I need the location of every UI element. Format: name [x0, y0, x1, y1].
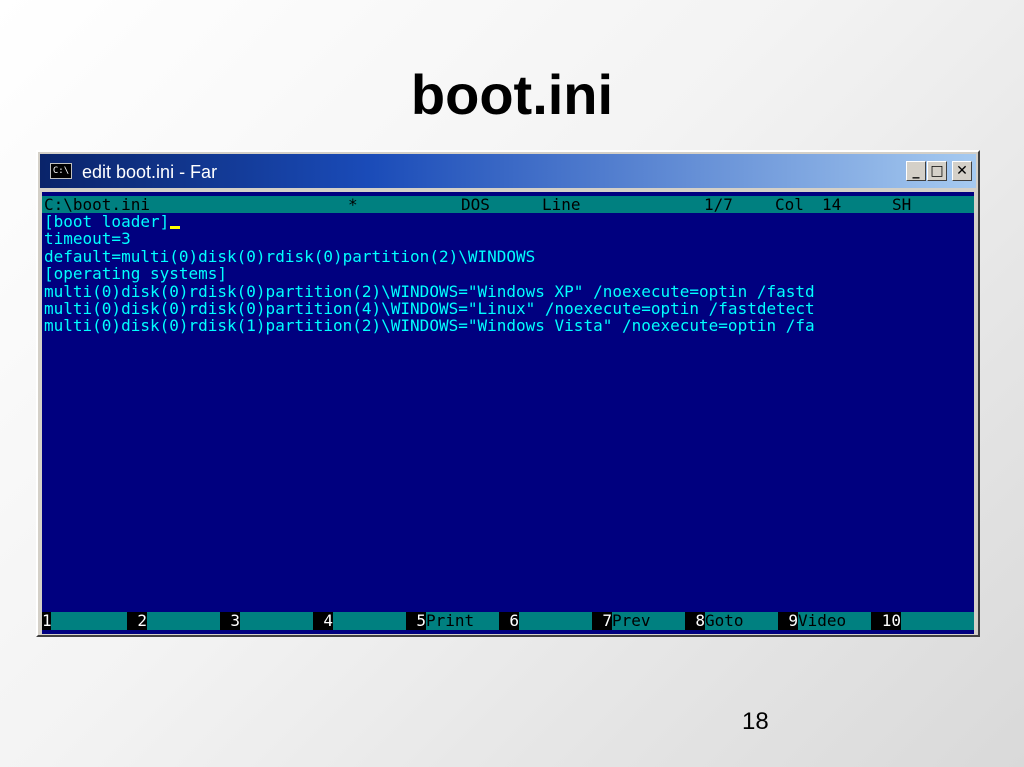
- fkey-3-label[interactable]: [240, 612, 313, 630]
- code-line[interactable]: multi(0)disk(0)rdisk(1)partition(2)\WIND…: [44, 317, 815, 335]
- console-area[interactable]: C:\boot.ini * DOS Line 1/7 Col 14 SH [bo…: [42, 192, 974, 634]
- function-key-bar: 1 2 3 4 5 Print 6 7 Prev 8 Goto 9 Video …: [42, 612, 974, 630]
- status-extra: SH: [892, 195, 912, 214]
- code-line[interactable]: [boot loader]: [44, 213, 815, 230]
- status-col-label: Col: [775, 195, 804, 214]
- fkey-9-number[interactable]: 9: [778, 612, 798, 630]
- fkey-2-label[interactable]: [147, 612, 220, 630]
- far-editor-window: C:\ edit boot.ini - Far _ □ ✕ C:\boot.in…: [36, 150, 980, 637]
- status-encoding: DOS: [461, 195, 490, 214]
- close-icon: ✕: [956, 163, 968, 179]
- minimize-button[interactable]: _: [906, 161, 926, 181]
- code-line[interactable]: multi(0)disk(0)rdisk(0)partition(4)\WIND…: [44, 300, 815, 318]
- console-icon[interactable]: C:\: [50, 163, 72, 179]
- window-title: edit boot.ini - Far: [82, 162, 218, 182]
- code-line[interactable]: [operating systems]: [44, 265, 815, 283]
- slide-title: boot.ini: [410, 63, 614, 126]
- code-line-text: [boot loader]: [44, 212, 170, 231]
- code-line[interactable]: timeout=3: [44, 230, 815, 248]
- text-cursor: [170, 226, 181, 229]
- window-titlebar[interactable]: C:\ edit boot.ini - Far _ □ ✕: [40, 154, 976, 188]
- fkey-7-number[interactable]: 7: [592, 612, 612, 630]
- page-number: 18: [742, 708, 769, 735]
- status-path: C:\boot.ini: [44, 195, 150, 214]
- maximize-icon: □: [930, 163, 944, 179]
- fkey-8-number[interactable]: 8: [685, 612, 705, 630]
- fkey-2-number[interactable]: 2: [127, 612, 147, 630]
- close-button[interactable]: ✕: [952, 161, 972, 181]
- fkey-10-label[interactable]: [901, 612, 974, 630]
- status-modified: *: [348, 195, 358, 214]
- fkey-9-label[interactable]: Video: [798, 612, 871, 630]
- status-line-label: Line: [542, 195, 581, 214]
- fkey-3-number[interactable]: 3: [220, 612, 240, 630]
- minimize-icon: _: [912, 163, 920, 179]
- fkey-5-number[interactable]: 5: [406, 612, 426, 630]
- status-col-value: 14: [822, 195, 842, 214]
- fkey-8-label[interactable]: Goto: [705, 612, 778, 630]
- fkey-5-label[interactable]: Print: [426, 612, 499, 630]
- fkey-4-number[interactable]: 4: [313, 612, 333, 630]
- status-line-value: 1/7: [704, 195, 733, 214]
- fkey-6-label[interactable]: [519, 612, 592, 630]
- fkey-6-number[interactable]: 6: [499, 612, 519, 630]
- code-line[interactable]: multi(0)disk(0)rdisk(0)partition(2)\WIND…: [44, 282, 815, 300]
- fkey-1-number[interactable]: 1: [42, 612, 52, 630]
- fkey-7-label[interactable]: Prev: [612, 612, 685, 630]
- fkey-10-number[interactable]: 10: [871, 612, 901, 630]
- maximize-button[interactable]: □: [927, 161, 947, 181]
- fkey-1-label[interactable]: [51, 612, 127, 630]
- fkey-4-label[interactable]: [333, 612, 406, 630]
- editor-statusbar: C:\boot.ini * DOS Line 1/7 Col 14 SH: [42, 196, 974, 213]
- code-line[interactable]: default=multi(0)disk(0)rdisk(0)partition…: [44, 247, 815, 265]
- editor-text[interactable]: [boot loader] timeout=3 default=multi(0)…: [44, 213, 815, 335]
